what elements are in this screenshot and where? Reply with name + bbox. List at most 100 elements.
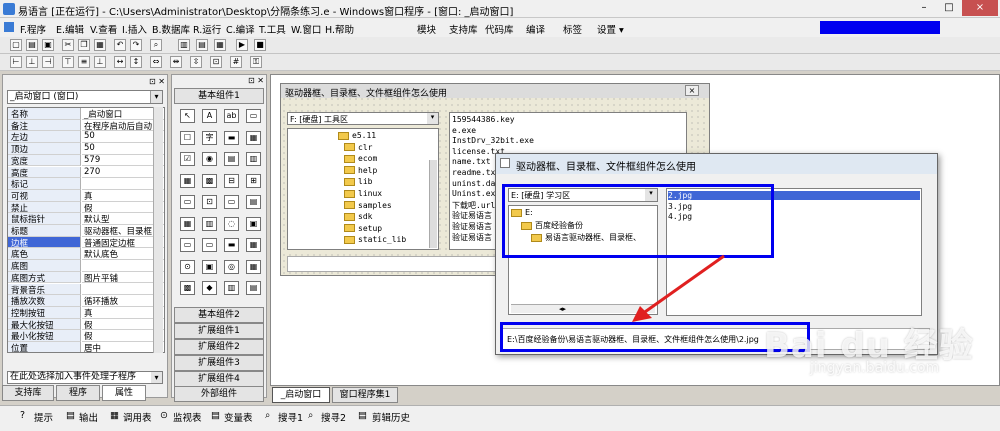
stop-icon[interactable]: ■ (254, 39, 266, 51)
component-tool-icon[interactable]: ▦ (246, 259, 261, 274)
property-row[interactable]: 底图 (8, 260, 164, 272)
tab-support-lib[interactable]: 支持库 (2, 385, 54, 401)
property-row[interactable]: 背景音乐 (8, 283, 164, 296)
property-row[interactable]: 备注 在程序启动后自动 (8, 119, 164, 132)
call-table-icon[interactable]: ▦ (110, 410, 119, 421)
component-tool-icon[interactable]: ▭ (202, 238, 217, 252)
align-center-icon[interactable]: ⊥ (26, 56, 38, 68)
group-basic-2[interactable]: 基本组件2 (174, 307, 264, 323)
same-size-icon[interactable]: ⇔ (150, 56, 162, 68)
tab-program[interactable]: 程序 (56, 385, 100, 401)
hint-icon[interactable]: ? (20, 410, 25, 421)
component-tool-icon[interactable]: ▣ (246, 216, 261, 231)
file-item[interactable]: 下载吧.url (452, 200, 495, 211)
component-tool-icon[interactable]: ◌ (224, 216, 239, 231)
close-button[interactable]: × (962, 0, 998, 16)
tab-startup-window[interactable]: _启动窗口 (272, 387, 330, 403)
menu-compile-right[interactable]: 编译 (526, 22, 545, 36)
property-row[interactable]: 底图方式 图片平铺 (8, 271, 164, 284)
file-item[interactable]: Uninst.exe (452, 189, 500, 198)
align-right-icon[interactable]: ⊣ (42, 56, 54, 68)
search2-icon[interactable]: ⌕ (308, 410, 313, 421)
property-scrollbar[interactable] (153, 107, 163, 353)
clip-icon[interactable]: ▤ (358, 410, 367, 421)
dir-item[interactable]: setup (344, 224, 382, 233)
output-icon[interactable]: ▤ (66, 410, 75, 421)
dir-item[interactable]: sdk (344, 212, 372, 221)
chevron-down-icon[interactable]: ▾ (150, 91, 162, 103)
bottom-search2[interactable]: 搜寻2 (321, 410, 346, 424)
property-row[interactable]: 边框 普通固定边框 (8, 236, 164, 249)
save-icon[interactable]: ▣ (42, 39, 54, 51)
dir-scrollbar[interactable] (429, 160, 437, 248)
property-row[interactable]: 可视真 (8, 189, 164, 202)
property-row[interactable]: 标记 (8, 178, 164, 190)
find-icon[interactable]: ⌕ (150, 39, 162, 51)
tab-properties[interactable]: 属性 (102, 385, 146, 401)
property-row[interactable]: 播放次数 循环播放 (8, 295, 164, 307)
component-tool-icon[interactable]: ▭ (180, 195, 195, 209)
property-row[interactable]: 位置 居中 (8, 342, 164, 352)
component-tool-icon[interactable]: ↖ (180, 109, 195, 123)
property-row[interactable]: 高度 270 (8, 166, 164, 179)
variable-icon[interactable]: ▤ (211, 410, 220, 421)
component-tool-icon[interactable]: ◎ (224, 259, 239, 274)
menu-view[interactable]: V.查看 (90, 22, 117, 36)
bottom-clip-history[interactable]: 剪辑历史 (372, 410, 410, 424)
component-tool-icon[interactable]: ▤ (246, 195, 261, 209)
file-item[interactable]: 验证易语言 (452, 210, 492, 221)
component-tool-icon[interactable]: ▩ (202, 173, 217, 188)
file-item[interactable]: uninst.dat (452, 179, 500, 188)
menu-database[interactable]: B.数据库 (152, 22, 190, 36)
property-row[interactable]: 最大化按钮假 (8, 318, 164, 331)
layout1-icon[interactable]: ▥ (178, 39, 190, 51)
same-height-icon[interactable]: ↕ (130, 56, 142, 68)
grid-icon[interactable]: # (230, 56, 242, 68)
layout2-icon[interactable]: ▤ (196, 39, 208, 51)
group-ext-4[interactable]: 扩展组件4 (174, 371, 264, 387)
dir-item[interactable]: lib (344, 177, 372, 186)
copy-icon[interactable]: ❐ (78, 39, 90, 51)
menu-program[interactable]: F.程序 (20, 22, 46, 36)
scroll-thumb-icon[interactable]: ◂▸ (559, 305, 566, 313)
component-tool-icon[interactable]: ⊡ (202, 195, 217, 209)
dir-item[interactable]: help (344, 166, 377, 175)
design-dir-box[interactable]: e5.11 clr ecom help lib linux samples sdk setup s… (287, 128, 439, 250)
dir-item[interactable]: samples (344, 201, 392, 210)
file-item[interactable]: 验证易语言 (452, 221, 492, 232)
run-icon[interactable]: ▶ (236, 39, 248, 51)
dir-item[interactable]: ecom (344, 154, 377, 163)
file-item[interactable]: 验证易语言 (452, 232, 492, 243)
menu-help[interactable]: H.帮助 (325, 22, 354, 36)
bottom-watch[interactable]: 监视表 (173, 410, 202, 424)
component-tool-icon[interactable]: ▬ (224, 238, 239, 252)
component-tool-icon[interactable]: ▥ (246, 152, 261, 166)
menu-edit[interactable]: E.编辑 (56, 22, 84, 36)
event-selector[interactable]: 在此处选择加入事件处理子程序 ▾ (7, 371, 163, 384)
app-menu-icon[interactable] (4, 22, 14, 32)
property-row[interactable]: 禁止假 (8, 201, 164, 214)
center-icon[interactable]: ⊡ (210, 56, 222, 68)
component-tool-icon[interactable]: ab (224, 109, 239, 123)
cut-icon[interactable]: ✂ (62, 39, 74, 51)
file-item[interactable]: 159544386.key (452, 115, 515, 124)
component-tool-icon[interactable]: ▤ (246, 281, 261, 295)
group-ext-3[interactable]: 扩展组件3 (174, 355, 264, 371)
dir-item[interactable]: clr (344, 143, 372, 152)
component-tool-icon[interactable]: ▥ (202, 216, 217, 231)
component-tool-icon[interactable]: ▦ (246, 130, 261, 145)
group-ext-1[interactable]: 扩展组件1 (174, 323, 264, 339)
component-tool-icon[interactable]: ▭ (246, 109, 261, 123)
file-item[interactable]: InstDrv_32bit.exe (452, 136, 534, 145)
menu-code-lib[interactable]: 代码库 (485, 22, 514, 36)
bottom-call-table[interactable]: 调用表 (123, 410, 152, 424)
component-tool-icon[interactable]: ⊞ (246, 173, 261, 188)
group-external[interactable]: 外部组件 (174, 386, 264, 402)
maximize-button[interactable]: □ (938, 0, 960, 16)
component-tool-icon[interactable]: ▩ (180, 281, 195, 295)
component-tool-icon[interactable]: ▭ (224, 195, 239, 209)
menu-window[interactable]: W.窗口 (291, 22, 321, 36)
tab-window-assembly[interactable]: 窗口程序集1 (332, 387, 398, 403)
file-item[interactable]: readme.txt (452, 168, 500, 177)
chevron-down-icon[interactable]: ▾ (151, 372, 162, 383)
